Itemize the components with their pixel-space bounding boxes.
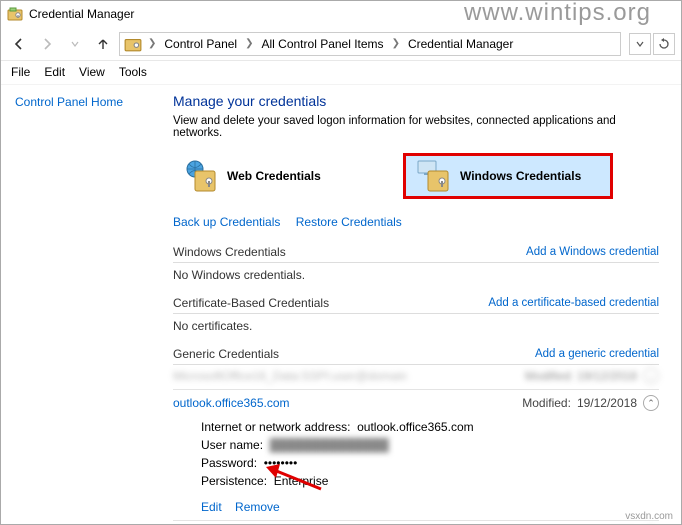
breadcrumb-item[interactable]: Control Panel [162,37,239,51]
breadcrumb-item[interactable]: Credential Manager [406,37,515,51]
sidebar: Control Panel Home [1,85,161,524]
address-bar[interactable]: ❯ Control Panel ❯ All Control Panel Item… [119,32,621,56]
chevron-right-icon: ❯ [388,38,404,49]
window-titlebar: Credential Manager [1,1,681,27]
forward-button[interactable] [35,32,59,56]
menu-file[interactable]: File [11,65,30,80]
credential-name: outlook.office365.com [173,396,290,410]
username-value: ██████████████ [270,438,389,452]
recent-dropdown-icon[interactable] [63,32,87,56]
modified-label: Modified: [522,396,571,410]
tab-label: Windows Credentials [460,169,581,183]
control-panel-home-link[interactable]: Control Panel Home [15,95,147,109]
certificate-credentials-empty: No certificates. [173,314,659,343]
credential-detail: Internet or network address: outlook.off… [173,414,659,496]
username-label: User name: [201,438,263,452]
chevron-right-icon: ❯ [241,38,257,49]
source-brand: vsxdn.com [625,511,673,522]
globe-safe-icon [183,159,217,193]
remove-credential-link[interactable]: Remove [235,500,280,514]
menu-tools[interactable]: Tools [119,65,147,80]
generic-credential-row-outlook[interactable]: outlook.office365.com Modified: 19/12/20… [173,392,659,414]
credential-manager-icon [124,35,142,53]
chevron-down-icon[interactable]: ⌄ [643,368,659,384]
address-value: outlook.office365.com [357,420,474,434]
modified-date: 19/12/2018 [577,396,637,410]
nav-toolbar: ❯ Control Panel ❯ All Control Panel Item… [1,27,681,61]
refresh-button[interactable] [653,33,675,55]
windows-credentials-tab[interactable]: Windows Credentials [403,153,613,199]
address-label: Internet or network address: [201,420,350,434]
windows-credentials-empty: No Windows credentials. [173,263,659,292]
main-content: Manage your credentials View and delete … [161,85,681,524]
edit-credential-link[interactable]: Edit [201,500,222,514]
web-credentials-tab[interactable]: Web Credentials [173,153,383,199]
tab-label: Web Credentials [227,169,321,183]
monitor-safe-icon [416,159,450,193]
add-windows-credential-link[interactable]: Add a Windows credential [526,246,659,258]
password-label: Password: [201,456,257,470]
window-title: Credential Manager [29,7,134,21]
generic-credential-row[interactable]: SkypeAccountProvideServiceQos/Qos Modifi… [173,523,659,524]
page-title: Manage your credentials [173,93,659,109]
persistence-label: Persistence: [201,474,267,488]
section-title: Generic Credentials [173,347,279,361]
back-button[interactable] [7,32,31,56]
chevron-up-icon[interactable]: ⌃ [643,395,659,411]
dropdown-button[interactable] [629,33,651,55]
add-certificate-credential-link[interactable]: Add a certificate-based credential [488,297,659,309]
menu-edit[interactable]: Edit [44,65,65,80]
generic-credential-row[interactable]: MicrosoftOffice16_Data:SSPI:user@domain … [173,365,659,387]
breadcrumb-item[interactable]: All Control Panel Items [260,37,386,51]
menu-view[interactable]: View [79,65,105,80]
credential-manager-icon [7,6,23,22]
page-subtitle: View and delete your saved logon informa… [173,115,659,139]
persistence-value: Enterprise [274,474,329,488]
up-button[interactable] [91,32,115,56]
add-generic-credential-link[interactable]: Add a generic credential [535,348,659,360]
password-value: •••••••• [264,456,298,470]
menu-bar: File Edit View Tools [1,61,681,85]
backup-credentials-link[interactable]: Back up Credentials [173,215,280,229]
chevron-right-icon: ❯ [144,38,160,49]
windows-credentials-header: Windows Credentials Add a Windows creden… [173,241,659,263]
section-title: Windows Credentials [173,245,286,259]
generic-credentials-header: Generic Credentials Add a generic creden… [173,343,659,365]
section-title: Certificate-Based Credentials [173,296,329,310]
restore-credentials-link[interactable]: Restore Credentials [296,215,402,229]
certificate-credentials-header: Certificate-Based Credentials Add a cert… [173,292,659,314]
